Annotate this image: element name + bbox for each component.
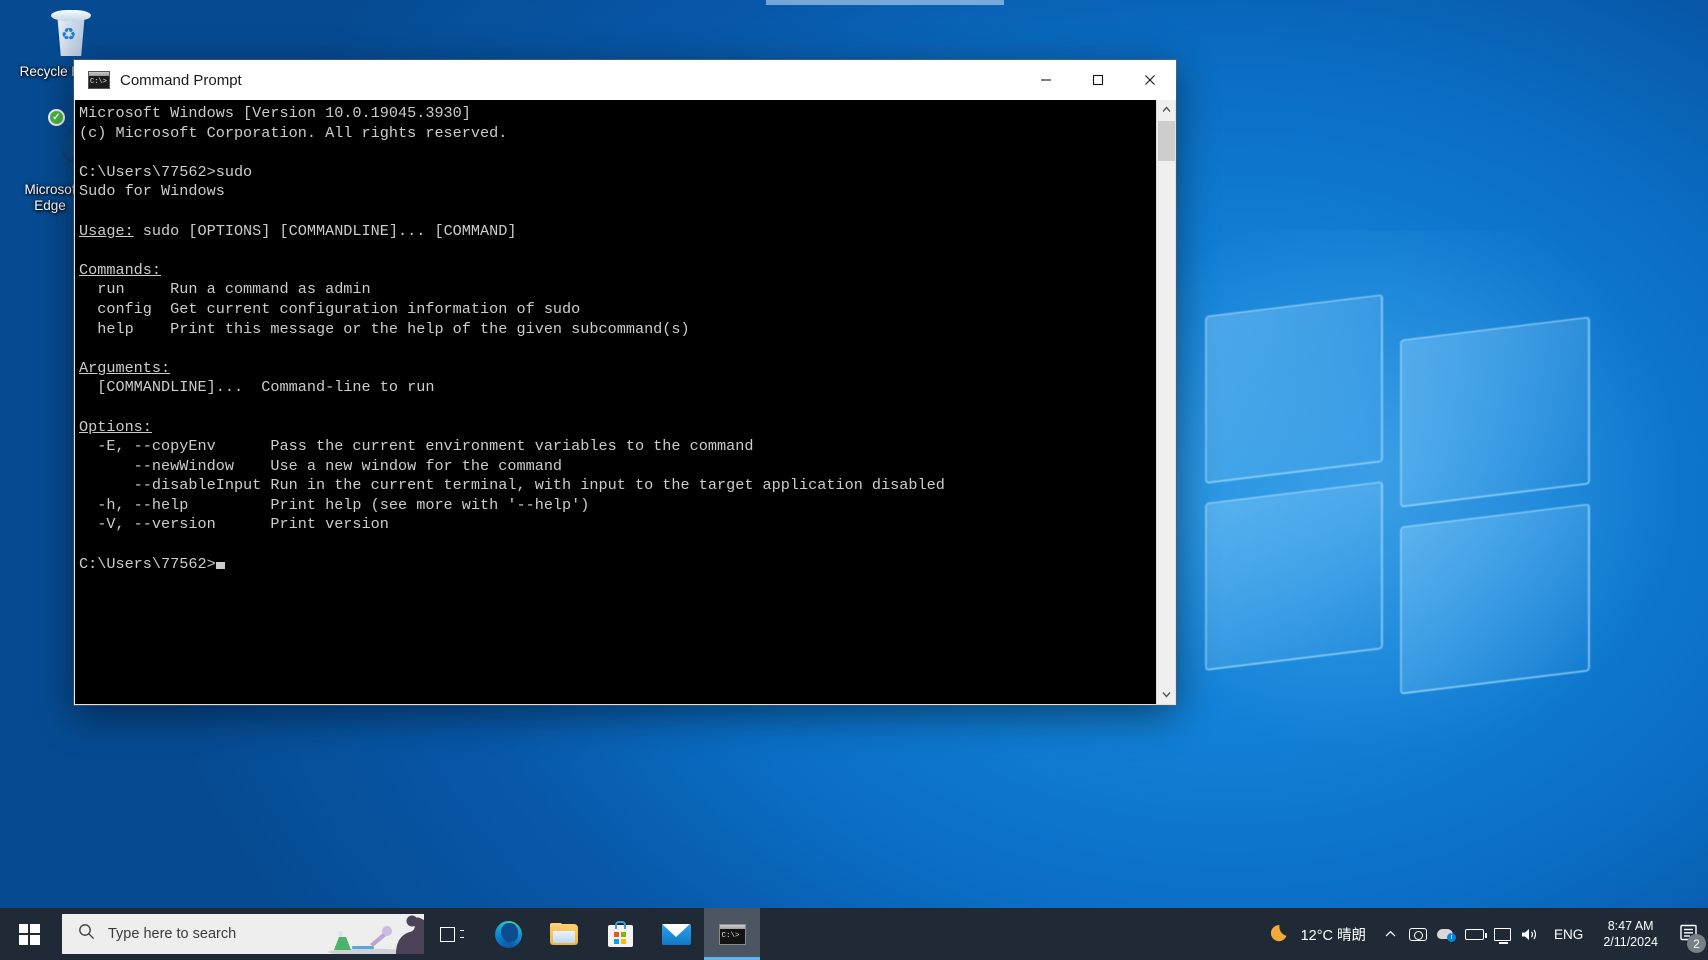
tray-icon-display[interactable] — [1488, 908, 1516, 960]
clock-date: 2/11/2024 — [1603, 935, 1658, 949]
edge-icon — [494, 920, 522, 948]
cmd-icon — [88, 71, 110, 89]
search-placeholder: Type here to search — [108, 926, 237, 942]
wallpaper-window-pane — [1205, 481, 1383, 671]
minimize-button[interactable] — [1020, 60, 1072, 100]
taskbar-button-microsoft-edge[interactable] — [480, 908, 536, 960]
recycle-bin-icon: ♻ — [6, 8, 94, 60]
chevron-up-icon — [1161, 106, 1171, 112]
console-output[interactable]: Microsoft Windows [Version 10.0.19045.39… — [75, 100, 1156, 704]
desktop[interactable]: ♻ Recycle B ✓ Microsof Edge Command Prom… — [0, 0, 1708, 960]
command-prompt-window[interactable]: Command Prompt Microsoft Windows [Versio… — [74, 60, 1176, 705]
console-line: --newWindow Use a new window for the com… — [79, 456, 563, 475]
taskbar-clock[interactable]: 8:47 AM 2/11/2024 — [1593, 908, 1668, 960]
close-button[interactable] — [1124, 60, 1176, 100]
desktop-icon-label: Microsof Edge — [24, 182, 76, 213]
console-line: Commands: — [79, 260, 162, 279]
taskbar-button-task-view[interactable] — [424, 908, 480, 960]
minimize-icon — [1041, 79, 1051, 81]
console-line: help Print this message or the help of t… — [79, 319, 690, 338]
camera-icon — [1409, 927, 1428, 941]
language-indicator[interactable]: ENG — [1544, 908, 1593, 960]
console-line: config Get current configuration informa… — [79, 299, 581, 318]
start-button[interactable] — [0, 908, 58, 960]
console-line: C:\Users\77562>sudo — [79, 162, 253, 181]
taskbar[interactable]: Type here to search C:\> 12°C 晴朗 i ENG 8… — [0, 908, 1708, 960]
clock-time: 8:47 AM — [1607, 919, 1654, 933]
chevron-up-icon — [1385, 930, 1396, 937]
taskbar-search-box[interactable]: Type here to search — [62, 914, 424, 954]
tray-icon-volume[interactable] — [1516, 908, 1544, 960]
console-cursor — [215, 561, 225, 569]
console-line: (c) Microsoft Corporation. All rights re… — [79, 123, 508, 142]
moon-icon — [1270, 922, 1292, 947]
mail-icon — [661, 923, 691, 945]
scrollbar-thumb[interactable] — [1157, 121, 1175, 161]
system-tray[interactable]: 12°C 晴朗 i ENG 8:47 AM 2/11/2024 2 — [1265, 908, 1708, 960]
taskbar-button-command-prompt[interactable] — [704, 908, 760, 960]
search-icon — [78, 923, 95, 945]
console-line: run Run a command as admin — [79, 280, 371, 299]
console-line: C:\Users\77562> — [79, 555, 1156, 575]
console-scrollbar[interactable] — [1156, 100, 1175, 704]
desktop-icon-label: Recycle B — [19, 64, 81, 79]
volume-icon — [1522, 928, 1537, 940]
taskbar-button-microsoft-store[interactable] — [592, 908, 648, 960]
tray-icon-network[interactable]: i — [1432, 908, 1460, 960]
wallpaper-window-pane — [1400, 316, 1590, 508]
scrollbar-track[interactable] — [1157, 119, 1176, 685]
wallpaper-window-pane — [1400, 503, 1590, 695]
taskbar-button-mail[interactable] — [648, 908, 704, 960]
battery-icon — [1464, 928, 1487, 940]
wallpaper-window-pane — [1205, 294, 1383, 484]
file-explorer-icon — [550, 923, 578, 945]
weather-temperature: 12°C — [1300, 927, 1334, 944]
network-cloud-icon: i — [1437, 927, 1457, 942]
weather-condition: 晴朗 — [1337, 927, 1367, 944]
display-icon — [1493, 927, 1511, 944]
tray-icon-camera[interactable] — [1404, 908, 1432, 960]
notification-center-button[interactable]: 2 — [1668, 908, 1708, 960]
windows-logo-icon — [18, 923, 40, 945]
console-line: Microsoft Windows [Version 10.0.19045.39… — [79, 104, 471, 122]
console-line: --disableInput Run in the current termin… — [79, 476, 945, 495]
scroll-down-button[interactable] — [1156, 685, 1175, 704]
window-title: Command Prompt — [120, 71, 242, 89]
console-line: [COMMANDLINE]... Command-line to run — [79, 378, 435, 397]
microsoft-store-icon — [607, 921, 633, 947]
show-hidden-icons-button[interactable] — [1376, 908, 1404, 960]
console-line: Sudo for Windows — [79, 182, 225, 201]
task-view-icon — [440, 925, 464, 944]
window-titlebar[interactable]: Command Prompt — [74, 60, 1176, 100]
offscreen-window-edge — [766, 0, 1004, 5]
console-line: -h, --help Print help (see more with '--… — [79, 495, 590, 514]
maximize-button[interactable] — [1072, 60, 1124, 100]
scroll-up-button[interactable] — [1156, 100, 1175, 119]
window-body: Microsoft Windows [Version 10.0.19045.39… — [74, 100, 1176, 705]
console-line: Usage: sudo [OPTIONS] [COMMANDLINE]... [… — [79, 221, 517, 240]
chevron-down-icon — [1161, 692, 1171, 698]
console-line: -E, --copyEnv Pass the current environme… — [79, 437, 754, 456]
taskbar-weather-widget[interactable]: 12°C 晴朗 — [1265, 908, 1376, 960]
notification-badge: 2 — [1687, 934, 1706, 953]
cmd-icon — [718, 923, 746, 945]
console-line: Options: — [79, 417, 152, 436]
sync-check-badge-icon: ✓ — [48, 109, 65, 126]
maximize-icon — [1092, 74, 1104, 86]
close-icon — [1145, 75, 1155, 85]
weather-text: 12°C 晴朗 — [1301, 924, 1366, 945]
console-line: Arguments: — [79, 358, 171, 377]
tray-icon-battery[interactable] — [1460, 908, 1488, 960]
console-line: -V, --version Print version — [79, 515, 389, 534]
taskbar-button-file-explorer[interactable] — [536, 908, 592, 960]
